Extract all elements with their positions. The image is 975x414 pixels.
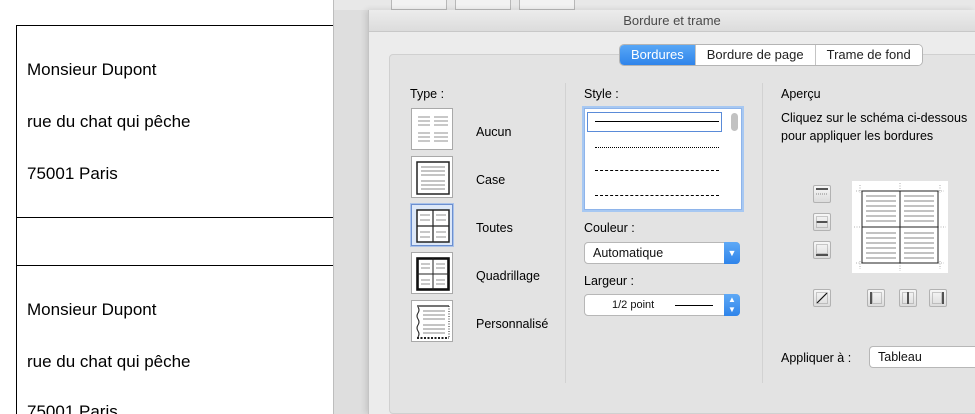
border-left-button[interactable]: [867, 289, 885, 307]
toolbar-button[interactable]: [519, 0, 575, 10]
table-row-divider: [16, 265, 335, 266]
table-row-divider: [16, 217, 335, 218]
type-option-none[interactable]: [410, 107, 466, 153]
color-value: Automatique: [593, 246, 664, 260]
color-label: Couleur :: [584, 221, 635, 235]
toolbar-button[interactable]: [391, 0, 447, 10]
address-line: Monsieur Dupont: [27, 60, 157, 79]
type-all-icon: [411, 204, 453, 246]
line-style-dotted[interactable]: [595, 147, 719, 148]
width-line-sample: [675, 305, 713, 306]
type-box-icon: [411, 156, 453, 198]
apply-to-select[interactable]: Tableau: [869, 346, 975, 368]
type-custom-label: Personnalisé: [476, 317, 549, 331]
stepper-arrows-icon: ▲ ▼: [724, 294, 740, 316]
type-grid-label: Quadrillage: [476, 269, 540, 283]
line-style-selected[interactable]: [587, 112, 722, 132]
address-line: 75001 Paris: [27, 402, 118, 414]
border-bottom-button[interactable]: [813, 241, 831, 259]
type-none-label: Aucun: [476, 125, 512, 139]
apply-to-label: Appliquer à :: [781, 351, 852, 365]
style-list-scrollbar[interactable]: [731, 113, 738, 131]
style-label: Style :: [584, 87, 619, 101]
table-border-left: [16, 25, 17, 414]
type-box-label: Case: [476, 173, 506, 187]
type-all-label: Toutes: [476, 221, 513, 235]
color-select[interactable]: Automatique ▼: [584, 242, 740, 264]
chevron-down-icon: ▼: [724, 242, 740, 264]
dialog-title: Bordure et trame: [369, 10, 975, 32]
type-label: Type :: [410, 87, 445, 101]
tab-borders[interactable]: Bordures: [620, 45, 696, 65]
window-sidebar: [334, 10, 370, 414]
tab-bar: Bordures Bordure de page Trame de fond: [619, 44, 923, 66]
table-border-top: [16, 25, 335, 26]
address-line: rue du chat qui pêche: [27, 112, 191, 131]
type-custom-icon: [411, 300, 453, 342]
width-label: Largeur :: [584, 274, 635, 288]
type-grid-icon: [411, 252, 453, 294]
line-style-long-dash[interactable]: [595, 195, 719, 196]
preview-hint-line1: Cliquez sur le schéma ci-dessous: [781, 111, 968, 125]
preview-hint-line2: pour appliquer les bordures: [781, 129, 934, 143]
line-style-dashed[interactable]: [595, 170, 719, 171]
address-line: rue du chat qui pêche: [27, 352, 191, 371]
address-line: Monsieur Dupont: [27, 300, 157, 319]
width-select[interactable]: 1/2 point ▲ ▼: [584, 294, 740, 316]
border-diagonal-button[interactable]: [813, 289, 831, 307]
border-inside-vertical-button[interactable]: [899, 289, 917, 307]
border-preview-diagram[interactable]: [852, 181, 948, 273]
type-option-box[interactable]: [410, 155, 466, 201]
tab-shading[interactable]: Trame de fond: [815, 45, 922, 65]
border-right-button[interactable]: [929, 289, 947, 307]
type-option-all[interactable]: [410, 203, 466, 249]
border-inside-horizontal-button[interactable]: [813, 213, 831, 231]
apply-to-value: Tableau: [878, 350, 922, 364]
toolbar-button[interactable]: [455, 0, 511, 10]
type-option-custom[interactable]: [410, 299, 466, 345]
borders-panel: Type : Aucun Case Toutes Quadrillage Per…: [389, 54, 975, 414]
column-separator: [762, 83, 763, 383]
column-separator: [565, 83, 566, 383]
document-page: Monsieur Dupont rue du chat qui pêche 75…: [0, 0, 335, 414]
preview-label: Aperçu: [781, 87, 821, 101]
address-line: 75001 Paris: [27, 164, 118, 183]
line-style-list[interactable]: [584, 108, 742, 210]
type-none-icon: [411, 108, 453, 150]
tab-page-border[interactable]: Bordure de page: [695, 45, 816, 65]
borders-dialog: Bordure et trame Bordures Bordure de pag…: [368, 10, 975, 414]
width-value: 1/2 point: [612, 299, 655, 311]
line-style-solid[interactable]: [595, 121, 719, 122]
type-option-grid[interactable]: [410, 251, 466, 297]
border-top-button[interactable]: [813, 185, 831, 203]
